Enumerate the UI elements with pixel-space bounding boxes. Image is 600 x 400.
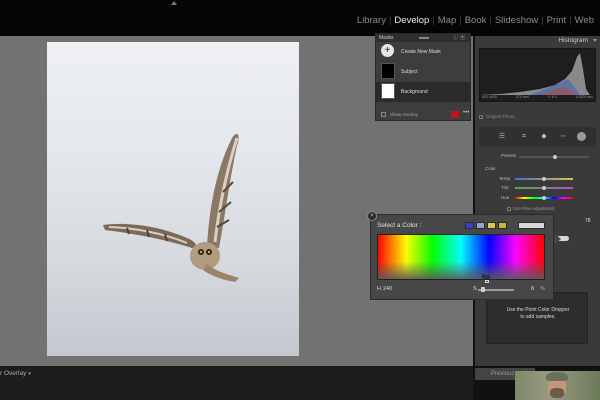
amount-value[interactable]: 78 [585, 218, 591, 224]
masks-panel: Masks ⓘ▣ + Create New Mask Subject Backg… [375, 33, 471, 121]
show-overlay-label: Show Overlay [390, 112, 419, 117]
slider-knob[interactable] [553, 155, 557, 159]
histogram[interactable]: ISO 4000 470 mm f / 6.3 1/3200 sec [479, 48, 596, 102]
original-photo-checkbox[interactable] [479, 114, 483, 119]
color-picker-values: H 240 S 8 % [377, 286, 547, 294]
presets-row: Presets [479, 152, 596, 160]
module-bar: Library | Develop | Map | Book | Slidesh… [0, 0, 600, 36]
edit-sliders-icon[interactable]: ☰ [497, 132, 507, 142]
color-section-label[interactable]: Color [485, 166, 496, 171]
slider-knob[interactable] [542, 196, 546, 200]
chevron-down-icon: ▾ [28, 371, 31, 377]
overlay-color-swatch[interactable] [451, 111, 459, 118]
create-new-mask-label: Create New Mask [401, 49, 441, 55]
hue-label: Hue [501, 195, 510, 200]
masks-panel-title: Masks [379, 35, 394, 41]
show-overlay-checkbox[interactable] [381, 112, 386, 117]
crop-icon[interactable]: ⌗ [519, 132, 529, 142]
histogram-title: Histogram [558, 37, 588, 44]
mask-thumbnail [381, 63, 395, 79]
saturation-knob[interactable] [481, 287, 485, 292]
tool-strip: ☰ ⌗ ◆ ◦◦ [479, 127, 596, 147]
spectrum-marker[interactable] [485, 280, 489, 283]
masks-header-icons: ⓘ▣ [453, 34, 467, 42]
color-swatch-chip[interactable] [476, 222, 485, 229]
plus-icon: + [381, 44, 394, 57]
tint-label: Tint [501, 185, 509, 190]
color-swatch-chip[interactable] [487, 222, 496, 229]
eyedropper-icon: ✎ [479, 270, 495, 286]
healing-icon[interactable]: ◆ [539, 132, 549, 142]
presets-label: Presets [501, 153, 517, 158]
help-line: Use the Point Color Dropper [506, 307, 570, 313]
panel-toggle-arrow-icon[interactable] [171, 1, 177, 5]
show-overlay-row: Show Overlay ••• [376, 110, 472, 120]
original-photo-toggle[interactable]: Original Photo [479, 114, 515, 119]
temp-label: Temp [499, 176, 511, 181]
overlay-toggle[interactable]: r Overlay ▾ [0, 370, 31, 377]
drag-handle-icon[interactable] [419, 37, 429, 39]
webcam-feed [515, 371, 600, 400]
overlay-label: r Overlay [0, 370, 27, 377]
masking-icon[interactable] [577, 132, 586, 141]
hue-slider[interactable] [515, 196, 573, 200]
more-icon[interactable]: ▣ [460, 35, 467, 41]
tint-slider[interactable] [515, 186, 573, 190]
color-picker-title: Select a Color : [377, 222, 422, 229]
histogram-header[interactable]: Histogram [475, 36, 600, 46]
more-options-icon[interactable]: ••• [463, 110, 469, 116]
focal-length-value: 470 mm [516, 95, 529, 99]
picker-pointer [555, 234, 561, 244]
collapse-triangle-icon [593, 39, 597, 42]
filmstrip-bar [0, 366, 473, 400]
mask-thumbnail [381, 83, 395, 99]
saturation-unit: % [540, 286, 545, 292]
module-slideshow[interactable]: Slideshow [492, 15, 541, 26]
right-panel: Histogram ISO 4000 470 mm f / 6.3 1/3200… [475, 36, 600, 366]
presenter-cap [546, 372, 568, 381]
use-fine-adjustment-checkbox[interactable] [507, 206, 511, 211]
presenter-beard [550, 388, 564, 398]
hue-field-label: H [377, 286, 381, 292]
temp-slider[interactable] [515, 177, 573, 181]
close-icon[interactable]: × [367, 211, 377, 221]
module-book[interactable]: Book [462, 15, 490, 26]
mask-item-subject[interactable]: Subject [376, 62, 470, 82]
color-picker-popup: × Select a Color : ✎ H 240 S 8 % [367, 211, 554, 300]
saturation-value[interactable]: 8 [531, 286, 534, 292]
histogram-readout: ISO 4000 470 mm f / 6.3 1/3200 sec [482, 95, 593, 99]
mask-item-background[interactable]: Background [376, 82, 470, 102]
mask-label: Background [401, 89, 428, 95]
iso-value: ISO 4000 [482, 95, 497, 99]
presets-slider[interactable] [519, 155, 589, 159]
module-map[interactable]: Map [435, 15, 459, 26]
help-line: to add samples. [520, 314, 556, 320]
module-picker: Library | Develop | Map | Book | Slidesh… [354, 15, 597, 26]
use-fine-adjustment-label: Use Fine Adjustment [513, 206, 555, 211]
module-library[interactable]: Library [354, 15, 389, 26]
module-develop[interactable]: Develop [391, 15, 432, 26]
owl-illustration [103, 133, 239, 282]
masks-panel-header[interactable]: Masks ⓘ▣ [376, 34, 470, 42]
use-fine-adjustment-row[interactable]: Use Fine Adjustment [507, 206, 555, 211]
slider-knob[interactable] [542, 186, 546, 190]
saturation-field-label: S [473, 286, 477, 292]
hue-value[interactable]: 240 [383, 286, 392, 292]
current-color-preview [518, 222, 545, 229]
color-swatch-chip[interactable] [498, 222, 507, 229]
slider-knob[interactable] [542, 177, 546, 181]
owl-photo[interactable] [47, 42, 299, 356]
shutter-value: 1/3200 sec [575, 95, 593, 99]
create-new-mask-button[interactable]: + Create New Mask [376, 42, 470, 62]
module-print[interactable]: Print [544, 15, 570, 26]
mask-label: Subject [401, 69, 418, 75]
point-color-help: Use the Point Color Dropper to add sampl… [487, 307, 589, 321]
module-web[interactable]: Web [572, 15, 597, 26]
aperture-value: f / 6.3 [547, 95, 557, 99]
info-icon[interactable]: ⓘ [453, 35, 460, 41]
color-spectrum[interactable]: ✎ [377, 234, 545, 285]
original-photo-label: Original Photo [486, 114, 515, 119]
color-swatch-chip[interactable] [465, 222, 474, 229]
red-eye-icon[interactable]: ◦◦ [558, 132, 568, 142]
